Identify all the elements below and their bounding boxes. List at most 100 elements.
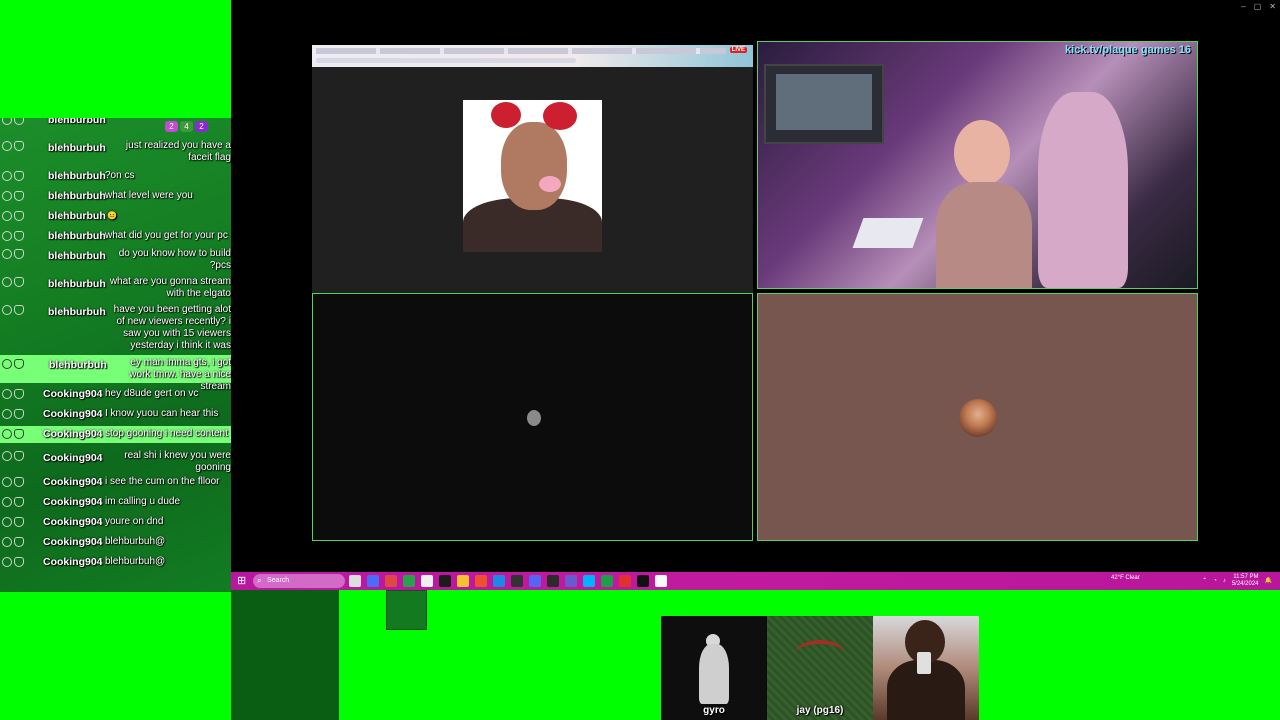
taskbar: ⊞ ⌕ Search 42°F Clear ⌃ ◔ ♪ 11:57 PM 5/2… <box>231 572 1280 590</box>
phone <box>917 652 931 674</box>
user-icon <box>14 389 24 399</box>
user-icon <box>14 537 24 547</box>
chat-text: i see the cum on the flloor <box>105 476 220 487</box>
chat-username[interactable]: blehburbuh <box>48 250 106 262</box>
participant-avatar <box>959 399 997 437</box>
chat-username[interactable]: Cooking904 <box>43 476 103 488</box>
chat-text: just realized you have a faceit flag <box>125 140 231 163</box>
app-icon[interactable] <box>619 575 631 587</box>
chat-username[interactable]: Cooking904 <box>43 536 103 548</box>
chat-username[interactable]: blehburbuh <box>48 118 106 126</box>
streamer-body <box>936 182 1032 288</box>
chat-header-icons: 2 4 2 <box>165 121 208 132</box>
chat-username[interactable]: blehburbuh <box>48 210 106 222</box>
task-view-icon[interactable] <box>349 575 361 587</box>
green-screen-top-left <box>0 0 231 118</box>
webcam-tile[interactable]: kick.tv/plaque games 16 <box>757 41 1198 289</box>
chat-username[interactable]: Cooking904 <box>43 388 103 400</box>
participant-figure <box>699 644 729 704</box>
screen-share-tile[interactable]: LIVE <box>312 45 753 293</box>
chat-username[interactable]: Cooking904 <box>43 428 103 440</box>
participant-tile[interactable] <box>873 616 979 720</box>
chat-username[interactable]: Cooking904 <box>43 452 103 464</box>
clock-time: 11:57 PM <box>1233 574 1259 580</box>
badge-icon <box>2 191 12 201</box>
weather-widget[interactable]: 42°F Clear <box>1111 575 1140 581</box>
chrome-icon[interactable] <box>655 575 667 587</box>
monitor-screen <box>776 74 872 130</box>
spotify-icon[interactable] <box>601 575 613 587</box>
chat-message: blehburbuh do you know how to build ?pcs <box>0 248 231 274</box>
app-icon[interactable] <box>547 575 559 587</box>
app-icon[interactable] <box>565 575 577 587</box>
user-icon <box>14 409 24 419</box>
chat-username[interactable]: Cooking904 <box>43 556 103 568</box>
taskbar-apps <box>349 575 667 587</box>
chat-text: im calling u dude <box>105 496 181 507</box>
chat-text: 😐 <box>107 211 117 220</box>
windows-start-icon[interactable]: ⊞ <box>237 575 249 587</box>
chat-text: what level were you <box>105 190 193 201</box>
app-icon[interactable] <box>583 575 595 587</box>
play-icon[interactable]: 2 <box>165 121 178 132</box>
app-icon[interactable] <box>511 575 523 587</box>
user-icon <box>14 451 24 461</box>
xbox-icon[interactable] <box>403 575 415 587</box>
close-icon[interactable]: ✕ <box>1269 2 1276 11</box>
app-icon[interactable] <box>385 575 397 587</box>
chat-username[interactable]: blehburbuh <box>48 190 106 202</box>
participant-tile[interactable] <box>312 293 753 541</box>
participant-tile-gyro[interactable]: gyro <box>661 616 767 720</box>
taskbar-search[interactable]: ⌕ Search <box>253 574 345 588</box>
chat-username[interactable]: blehburbuh <box>48 306 106 318</box>
badge-icon <box>2 517 12 527</box>
chat-text: real shi i knew you were gooning <box>124 450 231 473</box>
chat-panel[interactable]: blehburbuh blehburbuh just realized you … <box>0 118 231 592</box>
badge-icon <box>2 537 12 547</box>
chat-username[interactable]: blehburbuh <box>48 170 106 182</box>
badge-count-icon[interactable]: 4 <box>180 121 193 132</box>
obs-icon[interactable] <box>637 575 649 587</box>
chat-text: hey d8ude gert on vc <box>105 388 199 399</box>
teams-icon[interactable] <box>367 575 379 587</box>
chat-text: have you been getting alot of new viewer… <box>113 304 231 351</box>
clock-date: 5/24/2024 <box>1231 581 1259 587</box>
gaming-chair <box>1038 92 1128 288</box>
maximize-icon[interactable]: ▢ <box>1254 2 1262 11</box>
browser-url-bar <box>316 58 576 63</box>
nvidia-icon[interactable] <box>439 575 451 587</box>
chat-username[interactable]: blehburbuh <box>48 230 106 242</box>
discord-icon[interactable] <box>529 575 541 587</box>
participant-tile[interactable] <box>757 293 1198 541</box>
chat-username[interactable]: Cooking904 <box>43 516 103 528</box>
badge-icon <box>2 211 12 221</box>
chevron-up-icon[interactable]: ⌃ <box>1202 578 1207 585</box>
chat-username[interactable]: blehburbuh <box>48 142 106 154</box>
chat-message-highlighted: blehburbuh ey man imma gts, i got work t… <box>0 355 231 392</box>
user-icon <box>14 557 24 567</box>
chat-username[interactable]: Cooking904 <box>43 496 103 508</box>
notification-icon[interactable]: 🔔 <box>1265 578 1272 585</box>
edge-icon[interactable] <box>493 575 505 587</box>
minimize-icon[interactable]: – <box>1241 2 1245 11</box>
user-icon <box>14 359 24 369</box>
live-badge: LIVE <box>729 47 747 53</box>
badge-icon <box>2 497 12 507</box>
chat-message-highlighted: Cooking904 stop gooning i need content <box>0 426 231 443</box>
wifi-icon[interactable]: ◔ <box>1213 578 1217 585</box>
chat-username[interactable]: blehburbuh <box>48 278 106 290</box>
chat-username[interactable]: Cooking904 <box>43 408 103 420</box>
clock[interactable]: 11:57 PM 5/24/2024 <box>1232 574 1259 588</box>
folder-icon[interactable] <box>457 575 469 587</box>
volume-icon[interactable]: ♪ <box>1223 578 1226 585</box>
badge-icon <box>2 141 12 151</box>
app-icon[interactable] <box>475 575 487 587</box>
chat-message: blehburbuh what did you get for your pc <box>0 230 231 244</box>
green-screen-left-bottom <box>0 592 231 720</box>
badge-icon <box>2 249 12 259</box>
participant-tile-jay[interactable]: jay (pg16) <box>767 616 873 720</box>
chat-username[interactable]: blehburbuh <box>49 359 107 371</box>
chat-text: blehburbuh@ <box>105 536 166 547</box>
app-icon[interactable] <box>421 575 433 587</box>
chat-icon[interactable]: 2 <box>195 121 208 132</box>
